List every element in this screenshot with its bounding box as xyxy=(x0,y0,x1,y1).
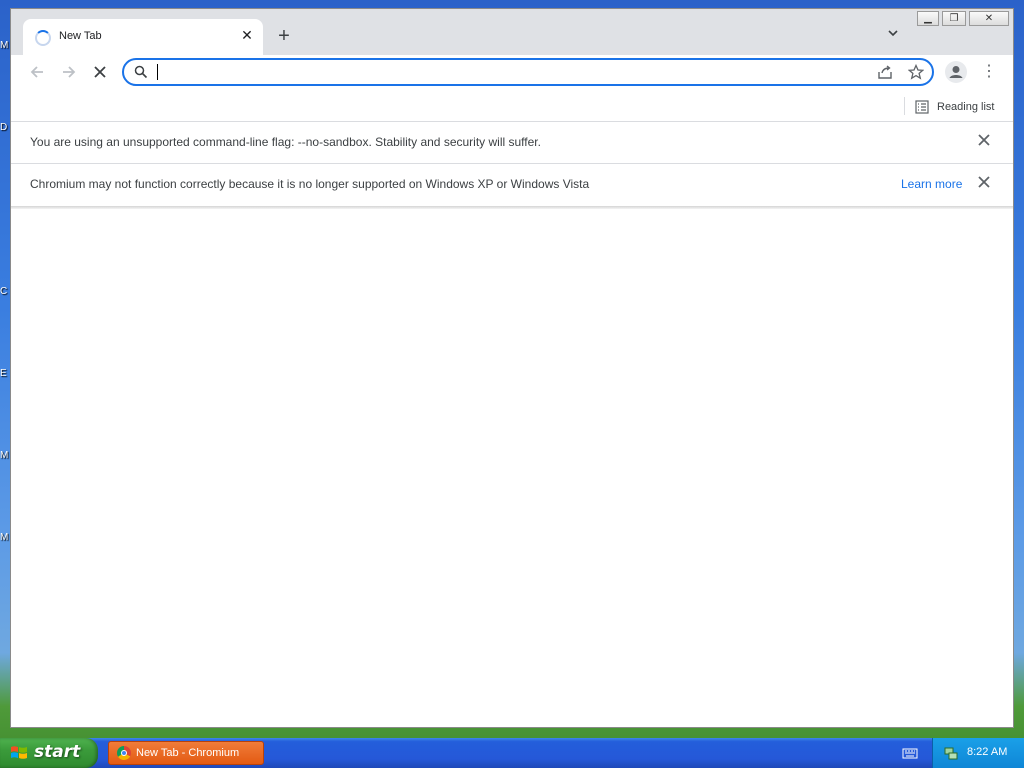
taskbar-item-chromium[interactable]: New Tab - Chromium xyxy=(108,741,264,765)
infobar-os-unsupported: Chromium may not function correctly beca… xyxy=(11,163,1013,205)
close-icon xyxy=(978,176,990,188)
close-icon[interactable]: ✕ xyxy=(239,27,255,43)
arrow-left-icon xyxy=(30,66,43,78)
chevron-down-icon xyxy=(888,30,898,37)
infobar-close-button[interactable] xyxy=(975,133,993,151)
start-label: start xyxy=(34,742,81,762)
desktop-icon-label[interactable]: E xyxy=(0,368,10,379)
infobar-message: Chromium may not function correctly beca… xyxy=(30,177,590,191)
page-content[interactable] xyxy=(11,209,1013,727)
system-tray: 8:22 AM xyxy=(932,738,1024,768)
tab-strip: New Tab ✕ + ▁ ❐ ✕ xyxy=(11,9,1013,55)
tab-title: New Tab xyxy=(59,30,102,42)
reading-list-icon xyxy=(915,100,929,114)
profile-button[interactable] xyxy=(945,61,967,83)
learn-more-link[interactable]: Learn more xyxy=(901,177,962,191)
browser-window: New Tab ✕ + ▁ ❐ ✕ ⋮ Reading list You are… xyxy=(10,8,1014,728)
infobar-close-button[interactable] xyxy=(975,175,993,193)
new-tab-button[interactable]: + xyxy=(273,26,295,48)
share-button[interactable] xyxy=(876,64,894,82)
desktop-icon-label[interactable]: M xyxy=(0,532,10,543)
stop-icon xyxy=(94,66,106,78)
taskbar: start New Tab - Chromium 8:22 AM xyxy=(0,738,1024,768)
tab-new-tab[interactable]: New Tab ✕ xyxy=(23,19,263,55)
bookmark-button[interactable] xyxy=(907,63,925,82)
minimize-button[interactable]: ▁ xyxy=(917,11,939,26)
star-icon xyxy=(907,63,925,80)
chromium-icon xyxy=(117,746,131,760)
keyboard-icon[interactable] xyxy=(902,746,918,760)
desktop-icon-label[interactable]: D xyxy=(0,122,10,133)
reading-list-button[interactable]: Reading list xyxy=(915,97,994,117)
windows-logo-icon xyxy=(11,746,27,759)
plus-icon: + xyxy=(278,25,290,47)
omnibox[interactable] xyxy=(122,58,934,86)
infobar-sandbox-warning: You are using an unsupported command-lin… xyxy=(11,121,1013,163)
toolbar: ⋮ xyxy=(11,55,1013,95)
close-icon xyxy=(978,134,990,146)
share-icon xyxy=(878,65,892,79)
profile-icon xyxy=(949,66,963,78)
arrow-right-icon xyxy=(63,66,76,78)
close-icon: ✕ xyxy=(984,13,994,24)
infobar-message: You are using an unsupported command-lin… xyxy=(30,135,541,149)
kebab-menu-icon: ⋮ xyxy=(981,63,997,80)
restore-icon: ❐ xyxy=(949,13,959,24)
stop-button[interactable] xyxy=(88,63,112,87)
desktop-icon-label[interactable]: M xyxy=(0,450,10,461)
menu-button[interactable]: ⋮ xyxy=(981,61,997,83)
tab-search-button[interactable] xyxy=(883,27,903,45)
back-button[interactable] xyxy=(25,63,49,87)
address-input[interactable] xyxy=(156,63,860,83)
search-icon xyxy=(134,65,148,79)
taskbar-item-label: New Tab - Chromium xyxy=(136,747,240,759)
network-icon[interactable] xyxy=(943,745,959,761)
desktop-icon-label[interactable]: M xyxy=(0,40,10,51)
reading-list-label: Reading list xyxy=(937,101,995,113)
restore-button[interactable]: ❐ xyxy=(942,11,966,26)
desktop-icon-label[interactable]: C xyxy=(0,286,10,297)
forward-button[interactable] xyxy=(57,63,81,87)
bookmarks-bar: Reading list xyxy=(11,95,1013,121)
start-button[interactable]: start xyxy=(0,738,98,768)
window-close-button[interactable]: ✕ xyxy=(969,11,1009,26)
text-caret xyxy=(157,64,158,80)
minimize-icon: ▁ xyxy=(924,13,932,24)
clock[interactable]: 8:22 AM xyxy=(967,746,1007,758)
divider xyxy=(904,97,905,115)
loading-spinner-icon xyxy=(35,30,51,46)
